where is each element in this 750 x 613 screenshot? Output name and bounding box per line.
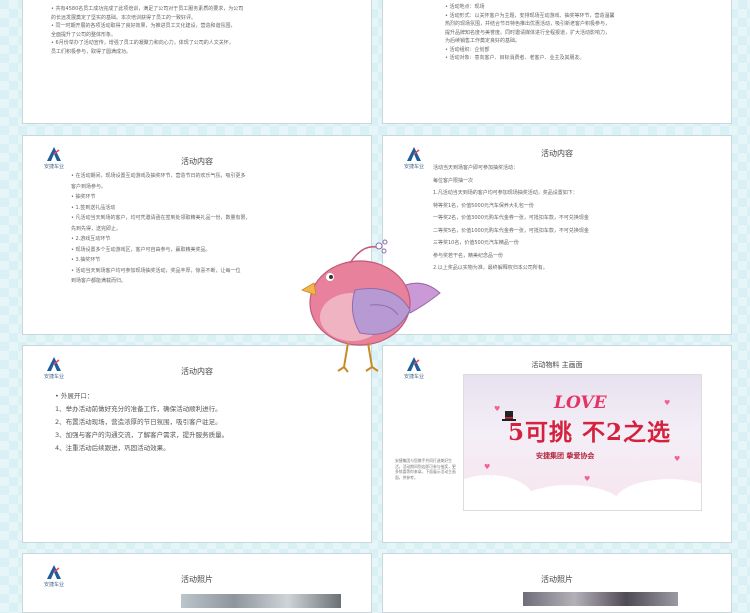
slide-2-line: • 活动组织：企划部 <box>445 46 490 53</box>
slide-3-line: 先到先得，送完即止。 <box>71 225 122 232</box>
poster-description: 安捷集团与您携手共同打造美好生活，活动期间到店即可参与抽奖，更多惊喜等你来拿。下… <box>395 458 456 480</box>
slide-4-line: 1.凡活动当天到场的客户均可参加现场抽奖活动，奖品设置如下： <box>433 190 578 196</box>
top-hat-icon <box>502 411 516 421</box>
slide-title: 活动照片 <box>541 575 573 584</box>
logo-caption: 安捷车业 <box>403 164 424 170</box>
slide-4-line: 每位客户限抽一次 <box>433 177 474 184</box>
slide-5-line: 4、注重活动后续跟进，巩固活动效果。 <box>55 444 170 452</box>
slide-1[interactable]: • 共有4580名员工成功完成了此项培训，满足了公司对于员工服务素质的要求，为公… <box>22 0 372 124</box>
slide-title: 活动照片 <box>181 575 213 584</box>
slide-5-line: • 外展开口： <box>55 392 94 400</box>
event-photo <box>523 592 678 606</box>
campaign-poster: ♥ ♥ ♥ ♥ ♥ LOVE 5可挑 不2之选 安捷集团 挚爱协会 <box>463 374 702 511</box>
event-photo <box>181 594 341 608</box>
slide-1-line: • 同一时期开展的各项活动取得了良好效果，为推进员工文化建设，营造和谐氛围， <box>51 23 236 29</box>
slide-3-line: 客户到场参与。 <box>71 183 107 190</box>
slide-title: 活动内容 <box>541 149 573 158</box>
slide-2-line: • 活动对象：意向客户、目标消费者、老客户、业主及其朋友。 <box>445 55 585 61</box>
slide-1-line: 全面提升了公司的整体形象。 <box>51 31 117 38</box>
poster-subtitle: 安捷集团 挚爱协会 <box>536 452 595 460</box>
slide-4-line: 一等奖2名，价值3000元购车代金券一张，可抵扣车款，不可兑换现金 <box>433 215 589 221</box>
slide-title: 活动内容 <box>181 157 213 166</box>
slide-2[interactable]: • 活动地点：现场 • 活动形式：以关怀客户为主题，安排现场互动游戏、抽奖等环节… <box>382 0 732 124</box>
slide-1-line: • 共有4580名员工成功完成了此项培训，满足了公司对于员工服务素质的要求，为公… <box>51 6 244 12</box>
slide-5-line: 2、布置活动现场，营造浓厚的节日氛围，吸引客户驻足。 <box>55 418 222 426</box>
pink-bird-mascot <box>301 239 441 373</box>
slide-3-line: • 凡活动当天到场的客户，均可凭邀请函在签到处领取精美礼品一份，数量有限， <box>71 215 251 221</box>
slide-2-line: • 活动形式：以关怀客户为主题，安排现场互动游戏、抽奖等环节，营造温馨 <box>445 12 615 19</box>
slide-4-line: 活动当天到场客户即可参加抽奖活动： <box>433 165 519 171</box>
slide-1-line: 员工们积极参与，取得了圆满成功。 <box>51 48 132 55</box>
slide-2-line: 热烈的现场氛围，并结合节日特色推出优惠活动，吸引新老客户积极参与， <box>445 21 611 27</box>
slide-3-line: • 在活动期间，现场设置互动游戏及抽奖环节，营造节日的欢乐气氛，吸引更多 <box>71 173 246 179</box>
poster-love-text: LOVE <box>554 393 607 413</box>
slide-3-line: • 抽奖环节 <box>71 194 96 200</box>
slide-5-line: 1、举办活动前做好充分的准备工作，确保活动顺利进行。 <box>55 405 222 413</box>
slide-4-line: 三等奖10名，价值500元汽车精品一份 <box>433 240 519 246</box>
slide-4-line: 2.以上奖品以实物为准，最终解释权归本公司所有。 <box>433 265 548 271</box>
slide-1-line: • 6月份举办了活动宣传，增强了员工的凝聚力和向心力，体现了公司的人文关怀， <box>51 40 234 46</box>
slide-4-line: 特等奖1名，价值5000元汽车保养大礼包一份 <box>433 202 534 209</box>
slide-2-line: • 活动地点：现场 <box>445 4 485 10</box>
slide-4-line: 二等奖5名，价值1000元购车代金券一张，可抵扣车款，不可兑换现金 <box>433 227 589 234</box>
slide-4-line: 参与奖若干名，精美纪念品一份 <box>433 252 504 259</box>
slide-1-line: 的长远发展奠定了坚实的基础。本次培训获得了员工的一致好评。 <box>51 14 197 21</box>
slide-5-line: 3、加强与客户的沟通交流，了解客户需求，提升服务质量。 <box>55 431 229 439</box>
slide-3-line: • 1.签到送礼品活动 <box>71 204 116 211</box>
slide-8[interactable]: 活动照片 <box>382 553 732 613</box>
slide-2-line: 为后续销售工作奠定良好的基础。 <box>445 38 521 44</box>
slide-2-line: 提升品牌知名度与美誉度。同时邀请媒体进行全程报道，扩大活动影响力， <box>445 29 611 36</box>
slide-7[interactable]: 安捷车业 活动照片 <box>22 553 372 613</box>
poster-headline: 5可挑 不2之选 <box>508 419 672 446</box>
